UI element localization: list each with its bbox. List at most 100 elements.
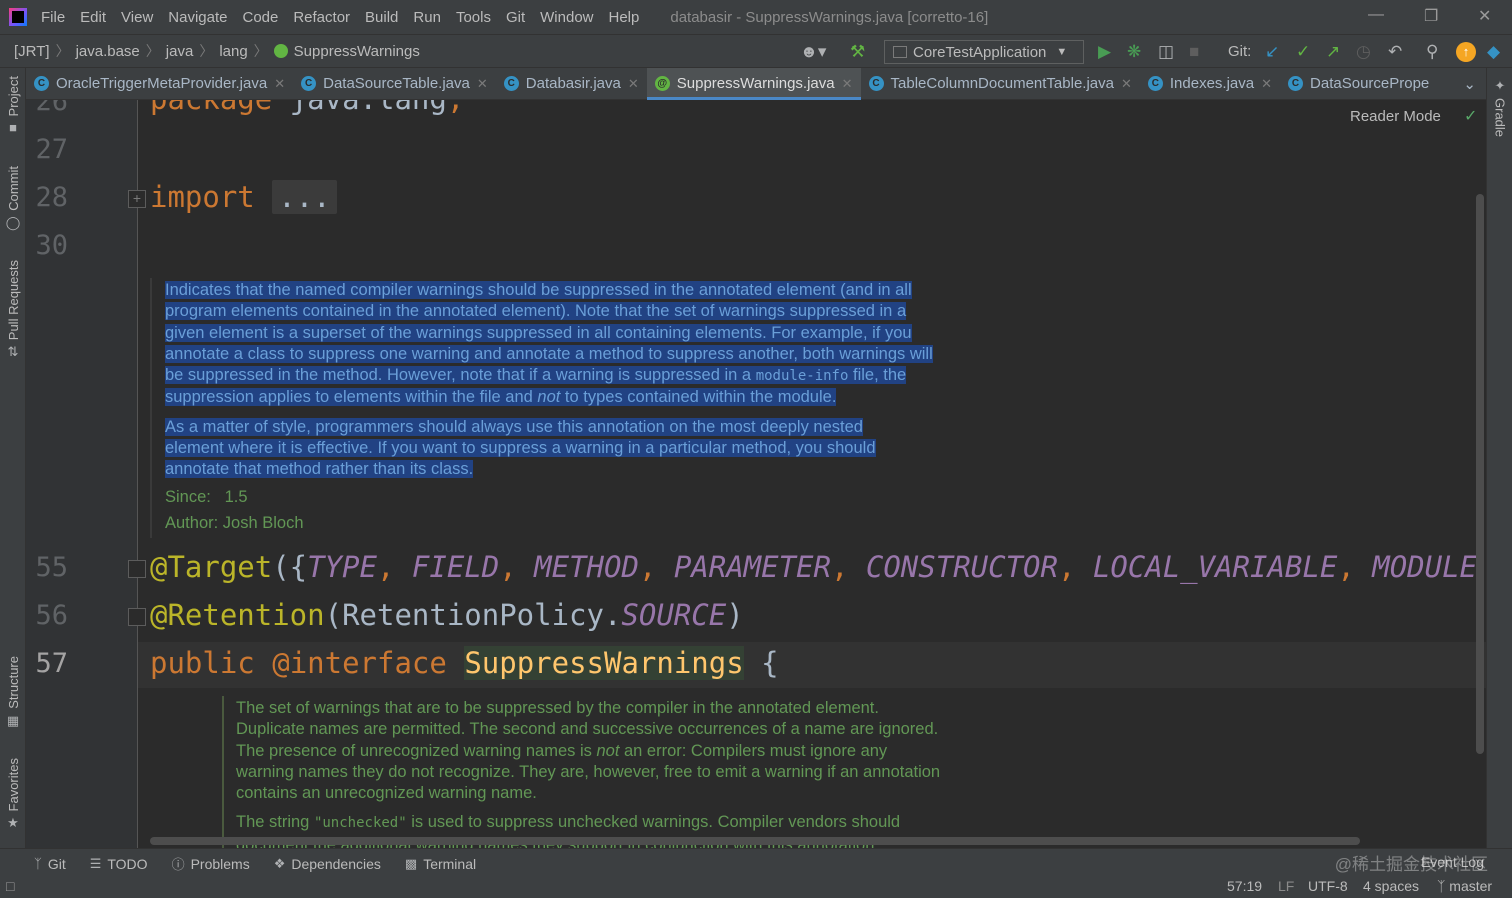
debug-icon[interactable]: ❋ bbox=[1127, 42, 1141, 62]
tool-todo[interactable]: ☰ TODO bbox=[90, 856, 148, 872]
menu-refactor[interactable]: Refactor bbox=[293, 9, 350, 26]
class-name[interactable]: SuppressWarnings bbox=[464, 646, 744, 680]
tool-windows-toggle-icon[interactable]: □ bbox=[6, 878, 14, 894]
close-window-icon[interactable]: ✕ bbox=[1478, 6, 1491, 26]
minimize-icon[interactable]: — bbox=[1368, 6, 1384, 24]
tool-pull-requests[interactable]: Pull Requests ⇅ bbox=[3, 260, 23, 360]
navigation-bar: [JRT] 〉 java.base 〉 java 〉 lang 〉 Suppre… bbox=[0, 34, 1512, 68]
menu-code[interactable]: Code bbox=[242, 9, 278, 26]
right-tool-strip: ✦ Gradle bbox=[1486, 68, 1512, 848]
tool-problems[interactable]: ⓘ Problems bbox=[172, 854, 250, 873]
run-icon[interactable]: ▶ bbox=[1098, 42, 1111, 62]
search-icon[interactable]: ⚲ bbox=[1426, 42, 1438, 62]
doc-emphasis: not bbox=[537, 388, 561, 407]
tool-project[interactable]: Project ■ bbox=[3, 76, 23, 135]
tool-favorites[interactable]: Favorites ★ bbox=[3, 758, 23, 831]
user-icon[interactable]: ☻▾ bbox=[800, 42, 826, 62]
doc-paragraph: The set of warnings that are to be suppr… bbox=[236, 698, 941, 804]
line-number: 27 bbox=[35, 134, 68, 165]
folder-icon: ■ bbox=[9, 120, 17, 136]
keyword: public bbox=[150, 646, 255, 680]
folded-imports[interactable]: ... bbox=[272, 180, 337, 214]
enum-constant: TYPE bbox=[307, 550, 377, 584]
inspection-ok-icon[interactable]: ✓ bbox=[1464, 106, 1477, 126]
close-icon[interactable]: ✕ bbox=[1261, 76, 1272, 92]
line-number: 56 bbox=[35, 600, 68, 631]
menu-bar: File Edit View Navigate Code Refactor Bu… bbox=[0, 0, 1512, 34]
breadcrumb-lang[interactable]: lang bbox=[219, 43, 247, 60]
fold-expand-icon[interactable]: + bbox=[128, 190, 146, 208]
intellij-logo-icon bbox=[9, 8, 27, 26]
menu-help[interactable]: Help bbox=[609, 9, 640, 26]
breadcrumb-suppresswarnings[interactable]: SuppressWarnings bbox=[294, 43, 420, 60]
tool-gradle[interactable]: ✦ Gradle bbox=[1490, 78, 1510, 137]
editor-tab-bar: C OracleTriggerMetaProvider.java ✕ C Dat… bbox=[26, 68, 1486, 100]
indent-setting[interactable]: 4 spaces bbox=[1363, 878, 1419, 894]
star-icon: ★ bbox=[7, 815, 19, 831]
status-bar: □ 57:19 LF UTF-8 4 spaces ᛉ master bbox=[0, 878, 1512, 898]
doc-text: The string bbox=[236, 813, 314, 832]
history-icon[interactable]: ◷ bbox=[1356, 42, 1371, 62]
line-number: 28 bbox=[35, 182, 68, 213]
git-update-icon[interactable]: ↙ bbox=[1265, 42, 1279, 62]
update-available-icon[interactable]: ↑ bbox=[1456, 42, 1476, 62]
close-icon[interactable]: ✕ bbox=[842, 76, 853, 92]
tab-datasourceproperties[interactable]: C DataSourcePrope bbox=[1280, 68, 1437, 99]
close-icon[interactable]: ✕ bbox=[1121, 76, 1132, 92]
tool-git[interactable]: ᛉ Git bbox=[34, 856, 66, 872]
tab-tablecolumndocumenttable[interactable]: C TableColumnDocumentTable.java ✕ bbox=[861, 68, 1140, 99]
file-encoding[interactable]: UTF-8 bbox=[1308, 878, 1348, 894]
menu-navigate[interactable]: Navigate bbox=[168, 9, 227, 26]
vertical-scrollbar[interactable] bbox=[1476, 194, 1484, 754]
tab-label: TableColumnDocumentTable.java bbox=[890, 75, 1114, 92]
tab-databasir[interactable]: C Databasir.java ✕ bbox=[496, 68, 647, 99]
menu-window[interactable]: Window bbox=[540, 9, 593, 26]
close-icon[interactable]: ✕ bbox=[628, 76, 639, 92]
class-icon: C bbox=[868, 76, 884, 91]
coverage-icon[interactable]: ◫ bbox=[1158, 42, 1174, 62]
restore-icon[interactable]: ❐ bbox=[1424, 6, 1438, 26]
caret-position[interactable]: 57:19 bbox=[1227, 878, 1262, 894]
line-number-current: 57 bbox=[35, 648, 68, 679]
tab-suppresswarnings[interactable]: @ SuppressWarnings.java ✕ bbox=[646, 68, 861, 100]
line-separator[interactable]: LF bbox=[1278, 878, 1294, 894]
code-editor[interactable]: 26 27 28 30 55 56 57 + package java.lang… bbox=[26, 100, 1486, 848]
menu-run[interactable]: Run bbox=[413, 9, 441, 26]
menu-build[interactable]: Build bbox=[365, 9, 398, 26]
menu-git[interactable]: Git bbox=[506, 9, 525, 26]
menu-tools[interactable]: Tools bbox=[456, 9, 491, 26]
chevron-down-icon: ▼ bbox=[1056, 46, 1068, 58]
rollback-icon[interactable]: ↶ bbox=[1388, 42, 1402, 62]
tab-oracletriggermetaprovider[interactable]: C OracleTriggerMetaProvider.java ✕ bbox=[26, 68, 293, 99]
breadcrumb-jrt[interactable]: [JRT] bbox=[14, 43, 50, 60]
close-icon[interactable]: ✕ bbox=[274, 76, 285, 92]
doc-emphasis: not bbox=[596, 741, 620, 760]
stop-icon[interactable]: ■ bbox=[1189, 42, 1199, 62]
tool-terminal[interactable]: ▩ Terminal bbox=[405, 856, 476, 872]
horizontal-scrollbar[interactable] bbox=[150, 837, 1360, 845]
tool-commit[interactable]: Commit ◯ bbox=[3, 166, 23, 231]
line-number: 26 bbox=[35, 100, 68, 117]
build-hammer-icon[interactable]: ⚒ bbox=[850, 42, 865, 62]
toolbox-icon[interactable]: ◆ bbox=[1487, 42, 1500, 62]
keyword: package bbox=[150, 100, 272, 116]
menu-view[interactable]: View bbox=[121, 9, 153, 26]
git-commit-icon[interactable]: ✓ bbox=[1296, 42, 1310, 62]
tool-dependencies[interactable]: ❖ Dependencies bbox=[274, 856, 381, 872]
run-configuration-dropdown[interactable]: CoreTestApplication ▼ bbox=[884, 40, 1084, 64]
git-branch-widget[interactable]: ᛉ master bbox=[1437, 878, 1492, 894]
fold-marker-icon[interactable] bbox=[128, 608, 146, 626]
fold-marker-icon[interactable] bbox=[128, 560, 146, 578]
git-push-icon[interactable]: ↗ bbox=[1326, 42, 1340, 62]
close-icon[interactable]: ✕ bbox=[477, 76, 488, 92]
reader-mode-toggle[interactable]: Reader Mode bbox=[1350, 108, 1441, 125]
terminal-icon: ▩ bbox=[404, 855, 418, 871]
tool-structure[interactable]: Structure ▦ bbox=[3, 656, 23, 729]
tab-datasourcetable[interactable]: C DataSourceTable.java ✕ bbox=[293, 68, 496, 99]
menu-edit[interactable]: Edit bbox=[80, 9, 106, 26]
breadcrumb-java-base[interactable]: java.base bbox=[76, 43, 140, 60]
tab-indexes[interactable]: C Indexes.java ✕ bbox=[1140, 68, 1280, 99]
breadcrumb-java[interactable]: java bbox=[166, 43, 194, 60]
menu-file[interactable]: File bbox=[41, 9, 65, 26]
tabs-overflow-button[interactable]: ⌄ bbox=[1453, 68, 1486, 99]
